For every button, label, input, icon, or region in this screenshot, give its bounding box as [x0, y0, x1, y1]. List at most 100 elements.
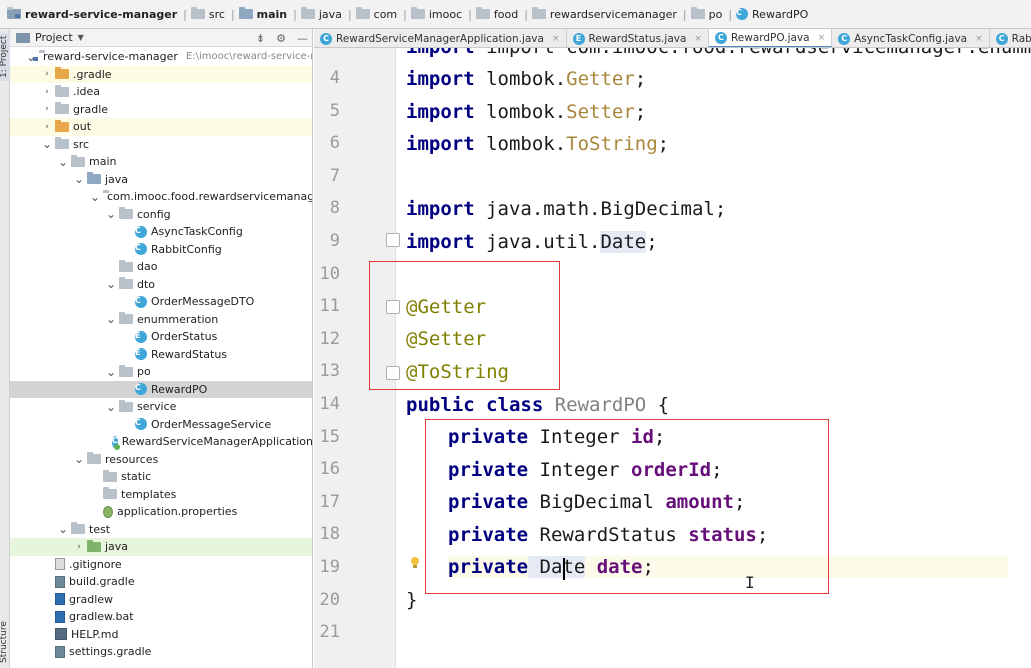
breadcrumb-item[interactable]: rewardservicemanager | [528, 0, 687, 28]
close-icon[interactable]: × [818, 33, 826, 43]
class-icon: C [320, 32, 332, 45]
tree-item[interactable]: C RabbitConfig [10, 241, 312, 259]
chevron-down-icon[interactable]: ⌄ [106, 278, 116, 290]
breadcrumb-item[interactable]: po | [687, 0, 732, 28]
tree-item[interactable]: › java [10, 538, 312, 556]
tree-item-label: test [89, 522, 111, 536]
code-area[interactable]: import import com.imooc.food.rewardservi… [314, 48, 1031, 668]
source-folder-icon [238, 7, 253, 19]
folder-icon [55, 137, 69, 150]
editor-tab[interactable]: C AsyncTaskConfig.java × [832, 29, 990, 47]
tree-item[interactable]: C RewardServiceManagerApplication [10, 433, 312, 451]
tree-item-label: dao [137, 260, 158, 274]
tree-item[interactable]: gradlew [10, 591, 312, 609]
chevron-down-icon[interactable]: ⌄ [42, 138, 52, 150]
tree-item[interactable]: gradlew.bat [10, 608, 312, 626]
chevron-down-icon[interactable]: ⌄ [58, 156, 68, 168]
tree-item[interactable]: ⌄ com.imooc.food.rewardservicemanager [10, 188, 312, 206]
fields-highlight-box [425, 419, 829, 594]
code-editor[interactable]: 456789101112131415161718192021 import im… [314, 48, 1031, 668]
tree-item[interactable]: templates [10, 486, 312, 504]
folder-icon [300, 7, 315, 19]
chevron-down-icon[interactable]: ⌄ [74, 453, 84, 465]
tree-item[interactable]: C OrderMessageService [10, 416, 312, 434]
tree-item[interactable]: › out [10, 118, 312, 136]
properties-file-icon [103, 505, 113, 518]
annotations-highlight-box [369, 261, 560, 390]
tree-item-label: src [73, 137, 90, 151]
chevron-down-icon[interactable]: ⌄ [106, 208, 116, 220]
tree-item-label: resources [105, 452, 159, 466]
collapse-all-icon[interactable]: ⇟ [256, 32, 265, 45]
tree-item[interactable]: ⌄ test [10, 521, 312, 539]
code-line-3-partial: import import com.imooc.food.rewardservi… [406, 48, 1031, 58]
lightbulb-icon[interactable] [410, 557, 420, 569]
code-line-5: import lombok.Setter; [406, 101, 647, 123]
tree-item-label: gradlew [69, 592, 114, 606]
chevron-right-icon[interactable]: › [42, 87, 52, 97]
editor-tab[interactable]: C RewardServiceManagerApplication.java × [314, 29, 567, 47]
close-icon[interactable]: × [694, 34, 702, 44]
close-icon[interactable]: × [552, 34, 560, 44]
tree-item[interactable]: ⌄ resources [10, 451, 312, 469]
tree-item[interactable]: ⌄ service [10, 398, 312, 416]
tree-item[interactable]: application.properties [10, 503, 312, 521]
tree-item[interactable]: E RewardStatus [10, 346, 312, 364]
tree-item[interactable]: ⌄ src [10, 136, 312, 154]
close-icon[interactable]: × [975, 34, 983, 44]
tree-item[interactable]: ⌄ reward-service-manager E:\imooc\reward-s… [10, 48, 312, 66]
chevron-down-icon[interactable]: ⌄ [58, 523, 68, 535]
tree-item[interactable]: static [10, 468, 312, 486]
chevron-down-icon[interactable]: ⌄ [106, 401, 116, 413]
chevron-right-icon[interactable]: › [42, 104, 52, 114]
breadcrumb-item[interactable]: imooc | [407, 0, 472, 28]
breadcrumb-item[interactable]: main | [235, 0, 297, 28]
enum-icon: E [135, 330, 147, 343]
breadcrumb-item[interactable]: food | [472, 0, 528, 28]
tree-item[interactable]: E OrderStatus [10, 328, 312, 346]
tree-item[interactable]: ⌄ dto [10, 276, 312, 294]
tree-item[interactable]: build.gradle [10, 573, 312, 591]
chevron-down-icon[interactable]: ⌄ [74, 173, 84, 185]
tree-item[interactable]: ⌄ java [10, 171, 312, 189]
tree-item[interactable]: C AsyncTaskConfig [10, 223, 312, 241]
chevron-down-icon[interactable]: ⌄ [106, 366, 116, 378]
tree-item-label: AsyncTaskConfig [151, 225, 243, 239]
chevron-right-icon[interactable]: › [42, 122, 52, 132]
tree-item[interactable]: ⌄ po [10, 363, 312, 381]
tree-item[interactable]: ⌄ enummeration [10, 311, 312, 329]
chevron-down-icon[interactable]: ▼ [78, 33, 84, 42]
hide-panel-icon[interactable]: — [297, 32, 308, 45]
tree-item[interactable]: › .gradle [10, 65, 312, 83]
breadcrumb-item[interactable]: java | [297, 0, 352, 28]
breadcrumb-label: rewardservicemanager [549, 7, 677, 21]
tree-item[interactable]: C OrderMessageDTO [10, 293, 312, 311]
chevron-down-icon[interactable]: ⌄ [90, 191, 100, 203]
module-path-hint: E:\imooc\reward-service-man [185, 51, 312, 63]
editor-tab[interactable]: C RewardPO.java × [708, 29, 833, 47]
chevron-down-icon[interactable]: ⌄ [106, 313, 116, 325]
tree-item[interactable]: dao [10, 258, 312, 276]
class-icon: C [135, 418, 147, 431]
editor-tab[interactable]: E RewardStatus.java × [567, 29, 709, 47]
breadcrumb-item[interactable]: C RewardPO [732, 0, 808, 28]
tree-item[interactable]: › gradle [10, 101, 312, 119]
editor-tab[interactable]: CRabbitConfig.java× [990, 29, 1031, 47]
tree-item-label: HELP.md [71, 627, 119, 641]
chevron-right-icon[interactable]: › [74, 542, 84, 552]
tree-item[interactable]: C RewardPO [10, 380, 312, 398]
tree-item[interactable]: .gitignore [10, 556, 312, 574]
tree-item[interactable]: ⌄ config [10, 206, 312, 224]
tree-item[interactable]: › .idea [10, 83, 312, 101]
breadcrumb-item[interactable]: com | [352, 0, 407, 28]
project-panel-title[interactable]: Project [35, 31, 73, 44]
folder-icon [55, 84, 69, 97]
breadcrumb-item[interactable]: src | [187, 0, 235, 28]
tree-item[interactable]: ⌄ main [10, 153, 312, 171]
tree-item-label: .idea [73, 85, 101, 99]
tree-item[interactable]: HELP.md [10, 626, 312, 644]
breadcrumb-item[interactable]: reward-service-manager | [3, 0, 187, 28]
tree-item[interactable]: settings.gradle [10, 643, 312, 661]
gear-icon[interactable]: ⚙ [276, 32, 286, 45]
chevron-right-icon[interactable]: › [42, 69, 52, 79]
